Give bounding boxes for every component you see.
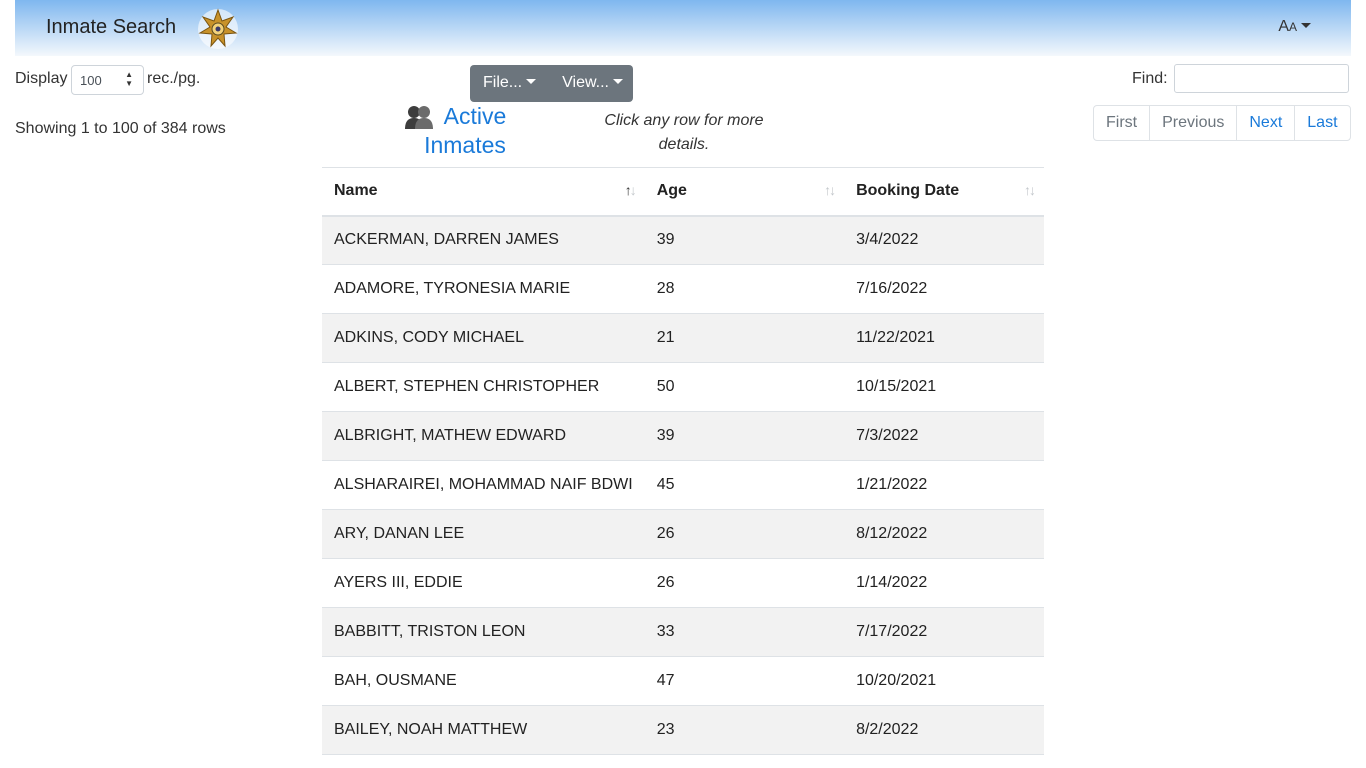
table-row[interactable]: ARY, DANAN LEE 26 8/12/2022 xyxy=(322,509,1044,559)
file-view-button-group: File... View... xyxy=(470,65,633,102)
table-row[interactable]: ALSHARAIREI, MOHAMMAD NAIF BDWI 45 1/21/20… xyxy=(322,460,1044,510)
chevron-down-icon xyxy=(1301,23,1311,28)
pagination: First Previous Next Last xyxy=(1093,105,1351,141)
cell-age: 50 xyxy=(644,362,845,412)
cell-name: ADAMORE, TYRONESIA MARIE xyxy=(322,264,645,314)
cell-booking-date: 8/12/2022 xyxy=(844,509,1044,559)
font-size-icon: AA xyxy=(1278,18,1297,35)
page-title: Active Inmates xyxy=(400,102,520,160)
column-header-booking-date[interactable]: Booking Date ↑↓ xyxy=(844,167,1044,217)
cell-age: 26 xyxy=(644,558,845,608)
select-arrows-icon: ▲ ▼ xyxy=(125,70,133,88)
column-header-name[interactable]: Name ↑↓ xyxy=(322,167,645,217)
cell-name: ALBERT, STEPHEN CHRISTOPHER xyxy=(322,362,645,412)
table-row[interactable]: ALBRIGHT, MATHEW EDWARD 39 7/3/2022 xyxy=(322,411,1044,461)
sheriff-star-logo xyxy=(198,8,238,49)
cell-age: 28 xyxy=(644,264,845,314)
cell-booking-date: 3/4/2022 xyxy=(844,215,1044,265)
cell-age: 45 xyxy=(644,460,845,510)
file-menu-button[interactable]: File... xyxy=(470,65,549,102)
cell-booking-date: 7/3/2022 xyxy=(844,411,1044,461)
table-row[interactable]: ADAMORE, TYRONESIA MARIE 28 7/16/2022 xyxy=(322,264,1044,314)
cell-booking-date: 10/20/2021 xyxy=(844,656,1044,706)
pagination-previous[interactable]: Previous xyxy=(1149,105,1236,141)
cell-age: 21 xyxy=(644,313,845,363)
pagination-next[interactable]: Next xyxy=(1236,105,1294,141)
top-navbar: Inmate Search AA xyxy=(15,0,1351,56)
cell-name: ALSHARAIREI, MOHAMMAD NAIF BDWI xyxy=(322,460,645,510)
app-title[interactable]: Inmate Search xyxy=(46,16,176,39)
cell-age: 26 xyxy=(644,509,845,559)
find-label: Find: xyxy=(1132,70,1168,87)
cell-name: AYERS III, EDDIE xyxy=(322,558,645,608)
cell-booking-date: 1/21/2022 xyxy=(844,460,1044,510)
page-title-line2: Inmates xyxy=(424,132,506,158)
inmate-table: Name ↑↓ Age ↑↓ Booking Date ↑↓ ACKERMAN, DA… xyxy=(322,167,1044,755)
cell-name: BABBITT, TRISTON LEON xyxy=(322,607,645,657)
pagination-last[interactable]: Last xyxy=(1294,105,1349,141)
table-row[interactable]: BAH, OUSMANE 47 10/20/2021 xyxy=(322,656,1044,706)
chevron-down-icon xyxy=(612,79,623,84)
table-row[interactable]: BABBITT, TRISTON LEON 33 7/17/2022 xyxy=(322,607,1044,657)
per-page-label: rec./pg. xyxy=(147,70,201,87)
records-per-page-select[interactable]: 100 ▲ ▼ xyxy=(71,65,144,95)
find-input[interactable] xyxy=(1174,64,1349,93)
chevron-down-icon xyxy=(526,79,537,84)
cell-age: 39 xyxy=(644,411,845,461)
table-row[interactable]: AYERS III, EDDIE 26 1/14/2022 xyxy=(322,558,1044,608)
display-label: Display xyxy=(15,70,68,87)
cell-booking-date: 1/14/2022 xyxy=(844,558,1044,608)
cell-name: ALBRIGHT, MATHEW EDWARD xyxy=(322,411,645,461)
row-count-status: Showing 1 to 100 of 384 rows xyxy=(15,120,226,137)
cell-name: ADKINS, CODY MICHAEL xyxy=(322,313,645,363)
sort-ascending-icon: ↑↓ xyxy=(624,182,637,198)
cell-age: 39 xyxy=(644,215,845,265)
cell-age: 47 xyxy=(644,656,845,706)
cell-age: 23 xyxy=(644,705,845,755)
cell-age: 33 xyxy=(644,607,845,657)
page-title-line1: Active xyxy=(443,103,507,129)
sort-icon: ↑↓ xyxy=(1024,182,1036,198)
records-per-page-value: 100 xyxy=(80,73,102,88)
sort-icon: ↑↓ xyxy=(824,182,836,198)
pagination-first[interactable]: First xyxy=(1094,105,1149,141)
table-row[interactable]: ADKINS, CODY MICHAEL 21 11/22/2021 xyxy=(322,313,1044,363)
table-header-row: Name ↑↓ Age ↑↓ Booking Date ↑↓ xyxy=(322,167,1044,217)
cell-booking-date: 10/15/2021 xyxy=(844,362,1044,412)
cell-name: BAILEY, NOAH MATTHEW xyxy=(322,705,645,755)
table-row[interactable]: ALBERT, STEPHEN CHRISTOPHER 50 10/15/2021 xyxy=(322,362,1044,412)
cell-booking-date: 7/17/2022 xyxy=(844,607,1044,657)
cell-booking-date: 11/22/2021 xyxy=(844,313,1044,363)
cell-name: BAH, OUSMANE xyxy=(322,656,645,706)
view-menu-button[interactable]: View... xyxy=(549,65,636,102)
row-click-hint: Click any row for more details. xyxy=(604,112,764,153)
cell-booking-date: 7/16/2022 xyxy=(844,264,1044,314)
cell-name: ACKERMAN, DARREN JAMES xyxy=(322,215,645,265)
cell-name: ARY, DANAN LEE xyxy=(322,509,645,559)
table-row[interactable]: BAILEY, NOAH MATTHEW 23 8/2/2022 xyxy=(322,705,1044,755)
table-row[interactable]: ACKERMAN, DARREN JAMES 39 3/4/2022 xyxy=(322,215,1044,265)
column-header-age[interactable]: Age ↑↓ xyxy=(644,167,845,217)
cell-booking-date: 8/2/2022 xyxy=(844,705,1044,755)
font-size-menu[interactable]: AA xyxy=(1278,18,1311,36)
